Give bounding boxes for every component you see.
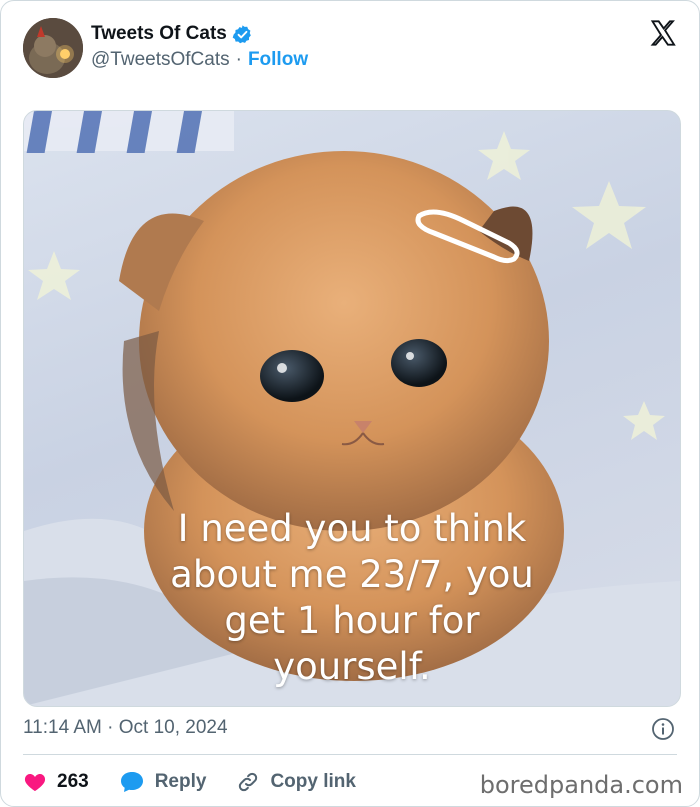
like-button[interactable]: 263	[23, 770, 89, 794]
caption-line: I need you to think	[177, 507, 527, 550]
author-name[interactable]: Tweets Of Cats	[91, 23, 227, 45]
avatar-image	[23, 18, 83, 78]
reply-button[interactable]: Reply	[119, 770, 207, 794]
link-icon	[239, 772, 258, 792]
reply-label: Reply	[154, 771, 207, 792]
tweet-media[interactable]: I need you to think about me 23/7, you g…	[23, 110, 681, 707]
caption-line: yourself.	[273, 645, 431, 688]
info-icon[interactable]	[651, 717, 675, 741]
author-name-row: Tweets Of Cats	[91, 23, 253, 45]
heart-icon	[24, 774, 46, 791]
timestamp-date: Oct 10, 2024	[118, 717, 228, 738]
action-bar: 263 Reply Copy link	[23, 767, 386, 797]
timestamp-time: 11:14 AM	[23, 717, 102, 738]
follow-button[interactable]: Follow	[248, 49, 308, 71]
avatar[interactable]	[23, 18, 83, 78]
caption-line: get 1 hour for	[224, 599, 480, 642]
watermark: boredpanda.com	[479, 771, 683, 799]
timestamp-separator: ·	[107, 717, 114, 738]
divider	[23, 754, 677, 755]
author-handle[interactable]: @TweetsOfCats	[91, 49, 230, 71]
x-logo-icon[interactable]	[649, 19, 677, 47]
caption-line: about me 23/7, you	[170, 553, 534, 596]
author-handle-row: @TweetsOfCats · Follow	[91, 49, 308, 71]
like-count: 263	[57, 771, 89, 792]
copy-link-button[interactable]: Copy link	[236, 770, 356, 794]
tweet-card: Tweets Of Cats @TweetsOfCats · Follow I …	[0, 0, 700, 807]
tweet-timestamp[interactable]: 11:14 AM · Oct 10, 2024	[23, 717, 228, 739]
verified-badge-icon	[232, 24, 251, 43]
reply-bubble-icon	[120, 772, 143, 792]
media-caption: I need you to think about me 23/7, you g…	[24, 506, 680, 690]
handle-separator: ·	[235, 49, 242, 70]
copy-link-label: Copy link	[270, 771, 356, 792]
